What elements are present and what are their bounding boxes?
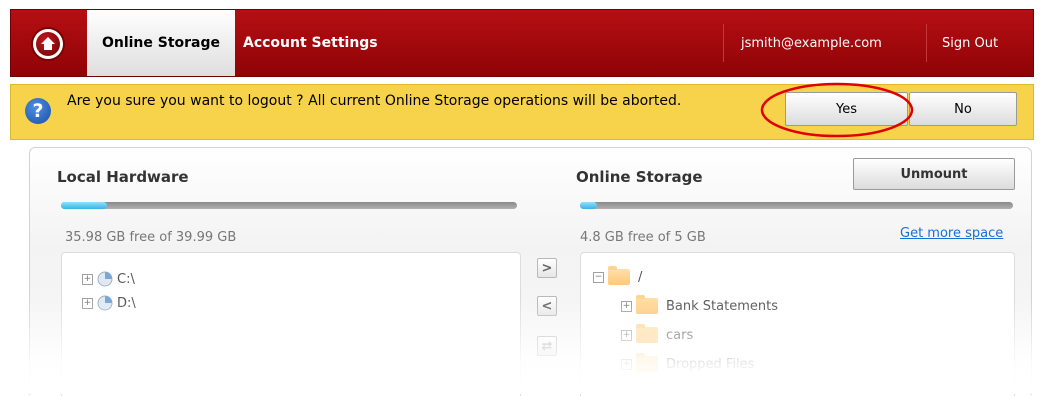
get-more-space-link[interactable]: Get more space xyxy=(900,226,1003,241)
expand-icon[interactable]: + xyxy=(621,358,632,370)
online-file-tree[interactable]: − / + Bank Statements + cars + Dropped F… xyxy=(580,252,1015,396)
root-folder-label[interactable]: / xyxy=(638,270,642,285)
folder-label[interactable]: Dropped Files xyxy=(666,357,754,372)
drive-icon xyxy=(97,295,113,311)
online-usage-bar xyxy=(580,202,1013,209)
online-storage-title: Online Storage xyxy=(576,168,703,186)
home-button[interactable] xyxy=(33,29,63,59)
drive-icon xyxy=(97,271,113,287)
local-file-tree[interactable]: + C:\ + D:\ xyxy=(61,252,521,396)
logout-confirmation-bar: ? Are you sure you want to logout ? All … xyxy=(10,82,1034,140)
tree-node-drive[interactable]: + D:\ xyxy=(82,295,136,311)
local-hardware-title: Local Hardware xyxy=(57,168,189,186)
local-free-space: 35.98 GB free of 39.99 GB xyxy=(65,230,237,245)
expand-icon[interactable]: + xyxy=(621,300,632,312)
expand-icon[interactable]: + xyxy=(621,329,632,341)
arrow-right-icon[interactable]: > xyxy=(537,258,557,278)
yes-button[interactable]: Yes xyxy=(785,92,908,126)
tree-node-folder[interactable]: + Dropped Files xyxy=(621,353,754,372)
local-usage-fill xyxy=(61,202,107,209)
folder-label[interactable]: Bank Statements xyxy=(666,299,778,314)
expand-icon[interactable]: + xyxy=(82,273,93,285)
question-icon: ? xyxy=(25,98,51,124)
folder-icon xyxy=(608,266,630,285)
tree-node-folder[interactable]: + Bank Statements xyxy=(621,295,778,314)
drive-label[interactable]: C:\ xyxy=(117,272,135,287)
header-divider xyxy=(926,24,927,62)
tree-node-root[interactable]: − / xyxy=(593,266,642,285)
top-navigation-bar: Online Storage Account Settings jsmith@e… xyxy=(10,9,1034,77)
header-divider xyxy=(723,24,724,62)
home-glyph xyxy=(41,37,55,50)
folder-icon xyxy=(636,353,658,372)
collapse-icon[interactable]: − xyxy=(593,271,604,283)
no-button[interactable]: No xyxy=(909,92,1017,126)
storage-panel: Local Hardware 35.98 GB free of 39.99 GB… xyxy=(29,147,1032,396)
folder-icon xyxy=(636,324,658,343)
user-email: jsmith@example.com xyxy=(741,35,882,51)
drive-label[interactable]: D:\ xyxy=(117,296,136,311)
sign-out-link[interactable]: Sign Out xyxy=(942,10,998,76)
expand-icon[interactable]: + xyxy=(82,297,93,309)
sync-icon[interactable]: ⇄ xyxy=(537,336,557,356)
tab-online-storage[interactable]: Online Storage xyxy=(87,10,235,76)
folder-icon xyxy=(636,295,658,314)
online-usage-fill xyxy=(580,202,598,209)
logout-message: Are you sure you want to logout ? All cu… xyxy=(67,93,682,109)
online-free-space: 4.8 GB free of 5 GB xyxy=(580,230,706,245)
folder-label[interactable]: cars xyxy=(666,328,693,343)
tab-account-settings[interactable]: Account Settings xyxy=(243,10,378,76)
unmount-button[interactable]: Unmount xyxy=(853,158,1015,190)
arrow-left-icon[interactable]: < xyxy=(537,296,557,316)
local-usage-bar xyxy=(61,202,517,209)
tree-node-folder[interactable]: + cars xyxy=(621,324,693,343)
tree-node-drive[interactable]: + C:\ xyxy=(82,271,135,287)
